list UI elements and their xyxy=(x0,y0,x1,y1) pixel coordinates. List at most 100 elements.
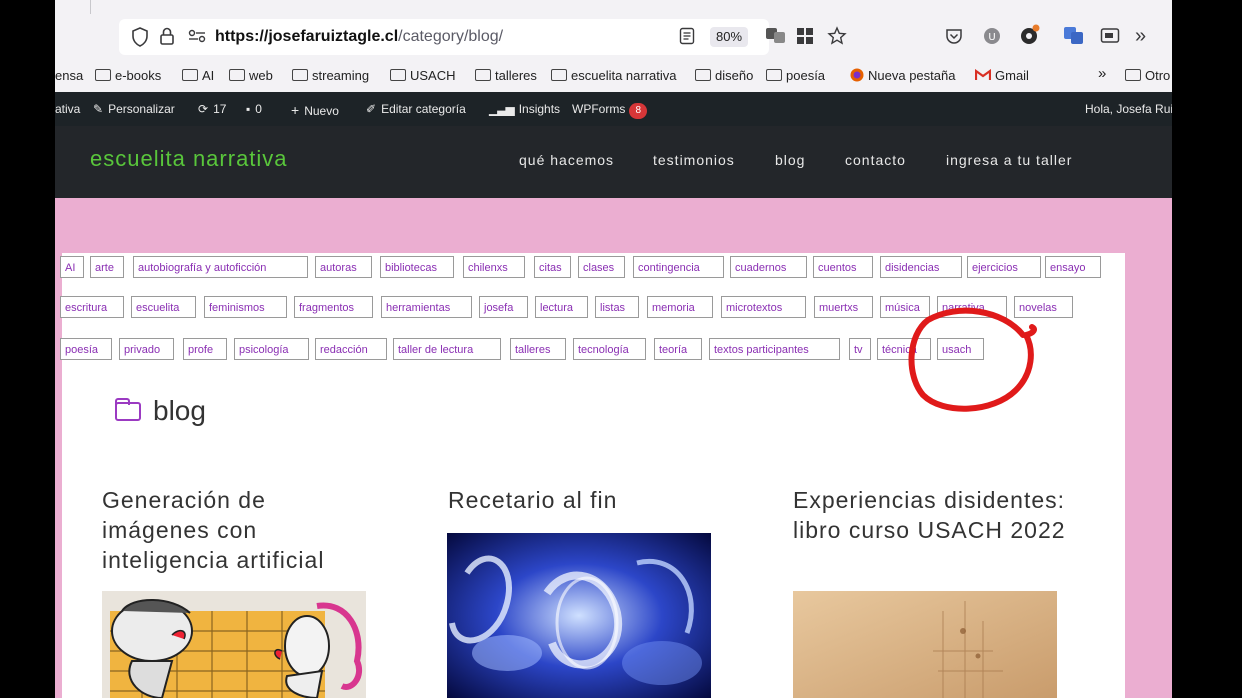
post-thumbnail[interactable] xyxy=(447,533,711,698)
bookmark-folder[interactable]: AI xyxy=(182,68,214,83)
folder-icon xyxy=(695,69,711,81)
tag-link[interactable]: narrativa xyxy=(937,296,1007,318)
bookmarks-overflow-button[interactable]: » xyxy=(1098,65,1106,82)
folder-icon xyxy=(95,69,111,81)
admin-updates-link[interactable]: ⟳ 17 xyxy=(198,102,226,116)
bookmark-new-tab[interactable]: Nueva pestaña xyxy=(850,68,955,83)
bar-chart-icon: ▁▃▅ xyxy=(489,102,515,116)
admin-comments-link[interactable]: ▪ 0 xyxy=(246,102,262,116)
admin-edit-category-link[interactable]: ✐ Editar categoría xyxy=(366,102,466,116)
tag-link[interactable]: autobiografía y autoficción xyxy=(133,256,308,278)
tag-link[interactable]: profe xyxy=(183,338,227,360)
tag-link[interactable]: textos participantes xyxy=(709,338,840,360)
bookmark-folder-other[interactable]: Otro xyxy=(1125,68,1170,83)
bookmark-folder[interactable]: streaming xyxy=(292,68,369,83)
permissions-icon[interactable] xyxy=(187,27,207,50)
folder-icon xyxy=(1125,69,1141,81)
bookmark-folder[interactable]: web xyxy=(229,68,273,83)
tag-link[interactable]: bibliotecas xyxy=(380,256,454,278)
tag-link[interactable]: usach xyxy=(937,338,984,360)
tag-link[interactable]: talleres xyxy=(510,338,566,360)
bookmark-folder[interactable]: escuelita narrativa xyxy=(551,68,677,83)
tag-link[interactable]: ensayo xyxy=(1045,256,1101,278)
nav-testimonios[interactable]: testimonios xyxy=(653,152,735,168)
reader-view-icon[interactable] xyxy=(679,27,695,50)
tag-link[interactable]: chilenxs xyxy=(463,256,525,278)
tag-link[interactable]: tv xyxy=(849,338,871,360)
pocket-icon[interactable] xyxy=(945,27,963,50)
nav-que-hacemos[interactable]: qué hacemos xyxy=(519,152,614,168)
tag-link[interactable]: escritura xyxy=(60,296,124,318)
extensions-grid-icon[interactable] xyxy=(796,27,814,50)
post-title-link[interactable]: Experiencias disidentes: libro curso USA… xyxy=(793,485,1083,545)
folder-icon xyxy=(475,69,491,81)
tag-link[interactable]: josefa xyxy=(479,296,528,318)
zoom-level-badge[interactable]: 80% xyxy=(710,27,749,47)
tag-link[interactable]: memoria xyxy=(647,296,713,318)
admin-new-link[interactable]: + Nuevo xyxy=(291,102,339,118)
tag-link[interactable]: arte xyxy=(90,256,124,278)
site-title[interactable]: escuelita narrativa xyxy=(90,146,288,172)
tag-link[interactable]: taller de lectura xyxy=(393,338,501,360)
tag-link[interactable]: feminismos xyxy=(204,296,287,318)
shield-icon[interactable] xyxy=(131,27,149,52)
account-icon[interactable]: U xyxy=(982,26,1002,51)
firefox-icon xyxy=(850,68,864,82)
post-title-link[interactable]: Recetario al fin xyxy=(448,485,688,515)
tag-link[interactable]: clases xyxy=(578,256,625,278)
star-icon[interactable] xyxy=(827,26,847,51)
post-title-link[interactable]: Generación de imágenes con inteligencia … xyxy=(102,485,372,575)
nav-ingresa-a-tu-taller[interactable]: ingresa a tu taller xyxy=(946,152,1072,168)
tag-link[interactable]: novelas xyxy=(1014,296,1073,318)
bookmark-folder[interactable]: e-books xyxy=(95,68,161,83)
tag-link[interactable]: lectura xyxy=(535,296,588,318)
tag-link[interactable]: citas xyxy=(534,256,571,278)
admin-account-greeting[interactable]: Hola, Josefa Rui xyxy=(1085,102,1172,116)
tag-link[interactable]: ejercicios xyxy=(967,256,1041,278)
admin-insights-link[interactable]: ▁▃▅ Insights xyxy=(489,102,560,116)
admin-customize-link[interactable]: ✎ Personalizar xyxy=(93,102,175,116)
tag-link[interactable]: música xyxy=(880,296,930,318)
bookmark-folder[interactable]: poesía xyxy=(766,68,825,83)
tag-link[interactable]: listas xyxy=(595,296,639,318)
tag-link[interactable]: poesía xyxy=(60,338,112,360)
bookmark-folder[interactable]: diseño xyxy=(695,68,753,83)
bookmark-gmail[interactable]: Gmail xyxy=(974,68,1029,83)
picture-in-picture-icon[interactable] xyxy=(1100,27,1120,50)
tag-link[interactable]: disidencias xyxy=(880,256,962,278)
tag-link[interactable]: cuentos xyxy=(813,256,873,278)
tag-link[interactable]: AI xyxy=(60,256,84,278)
tag-link[interactable]: contingencia xyxy=(633,256,724,278)
lock-icon[interactable] xyxy=(159,26,175,51)
tag-link[interactable]: tecnología xyxy=(573,338,646,360)
post-thumbnail[interactable] xyxy=(102,591,366,698)
post-thumbnail[interactable] xyxy=(793,591,1057,698)
translate-icon[interactable] xyxy=(765,26,787,49)
tag-link[interactable]: psicología xyxy=(234,338,309,360)
tag-link[interactable]: autoras xyxy=(315,256,372,278)
tag-link[interactable]: fragmentos xyxy=(294,296,373,318)
bookmark-item[interactable]: ensa xyxy=(55,68,83,83)
tag-link[interactable]: privado xyxy=(119,338,174,360)
nav-blog[interactable]: blog xyxy=(775,152,805,168)
tag-link[interactable]: redacción xyxy=(315,338,387,360)
refresh-icon: ⟳ xyxy=(198,102,209,116)
tag-link[interactable]: muertxs xyxy=(814,296,873,318)
translate-ext-icon[interactable] xyxy=(1063,26,1085,51)
tag-link[interactable]: microtextos xyxy=(721,296,806,318)
tag-link[interactable]: escuelita xyxy=(131,296,196,318)
admin-site-link[interactable]: ativa xyxy=(55,102,80,116)
url-text[interactable]: https://josefaruiztagle.cl/category/blog… xyxy=(215,28,503,46)
tag-link[interactable]: técnica xyxy=(877,338,931,360)
tag-link[interactable]: teoría xyxy=(654,338,702,360)
bookmark-folder[interactable]: talleres xyxy=(475,68,537,83)
tag-link[interactable]: cuadernos xyxy=(730,256,807,278)
nav-contacto[interactable]: contacto xyxy=(845,152,906,168)
bookmarks-bar: ensa e-books AI web streaming USACH tall… xyxy=(55,58,1172,93)
photo-thumbnail xyxy=(447,533,711,698)
extension-icon[interactable] xyxy=(1019,24,1041,51)
bookmark-folder[interactable]: USACH xyxy=(390,68,456,83)
admin-wpforms-link[interactable]: WPForms 8 xyxy=(572,102,648,119)
tag-link[interactable]: herramientas xyxy=(381,296,472,318)
overflow-icon[interactable]: » xyxy=(1135,26,1146,46)
